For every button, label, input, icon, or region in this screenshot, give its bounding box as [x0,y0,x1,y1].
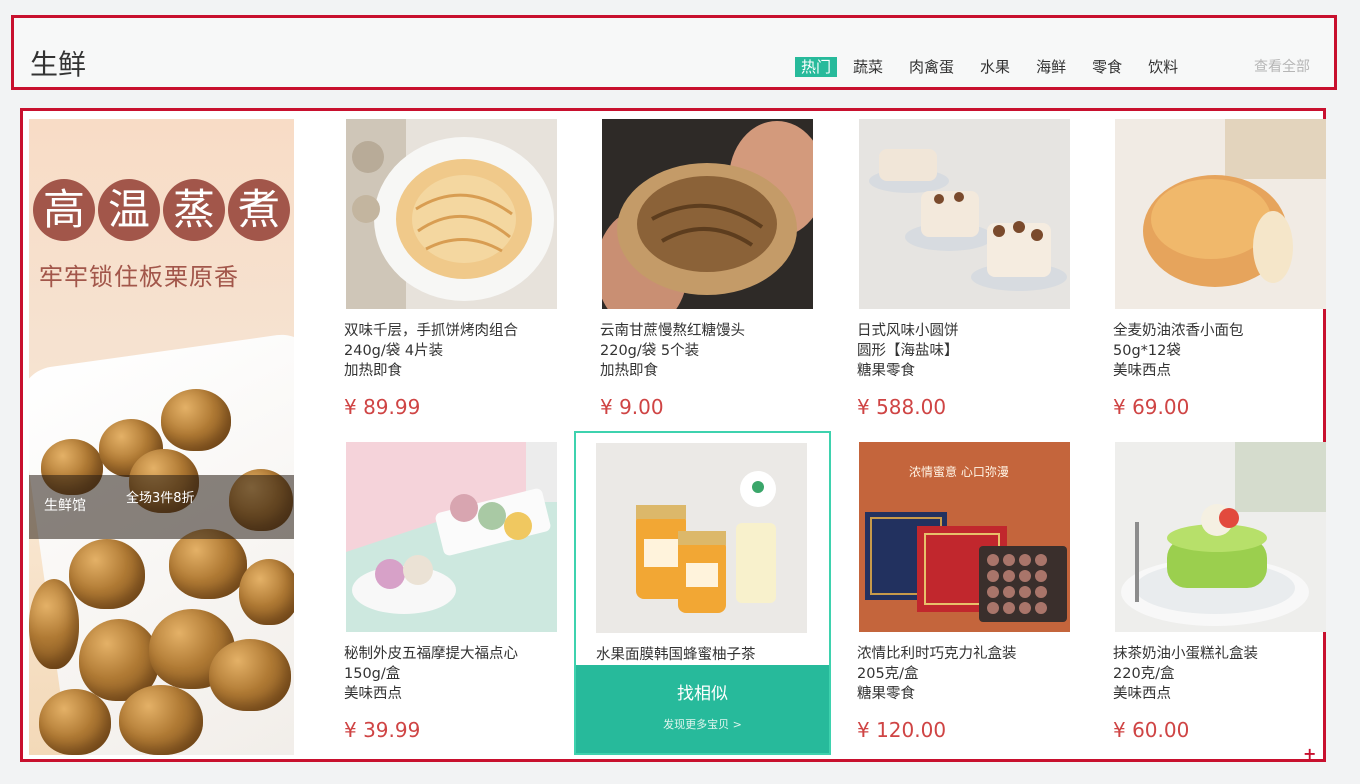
product-card[interactable]: 日式风味小圆饼 圆形【海盐味】 糖果零食 ¥ 588.00 [835,111,1092,431]
product-price: ¥ 120.00 [857,718,947,742]
view-all-link[interactable]: 查看全部 [1254,57,1310,77]
tab-meat-poultry-eggs[interactable]: 肉禽蛋 [905,57,958,77]
banner-overlay: 生鲜馆 全场3件8折 [29,475,294,539]
headline-char: 高 [33,179,95,241]
tab-fruit[interactable]: 水果 [976,57,1014,77]
plus-icon: + [1303,744,1317,763]
product-name[interactable]: 秘制外皮五福摩提大福点心 150g/盒 美味西点 [344,644,564,704]
chestnut-shape [39,689,111,755]
product-card-hovered[interactable]: 水果面膜韩国蜂蜜柚子茶 找相似 发现更多宝贝 > [574,431,831,755]
box-slogan: 浓情蜜意 心口弥漫 [909,464,1009,479]
category-tabs: 热门 蔬菜 肉禽蛋 水果 海鲜 零食 饮料 [795,57,1200,77]
banner-subtitle: 牢牢锁住板栗原香 [39,263,239,291]
discover-more-link[interactable]: 发现更多宝贝 > [576,717,829,733]
tab-hot[interactable]: 热门 [795,57,838,77]
product-card[interactable]: 云南甘蔗慢熬红糖馒头 220g/袋 5个装 加热即食 ¥ 9.00 [578,111,835,431]
chestnut-shape [239,559,294,625]
tab-seafood[interactable]: 海鲜 [1032,57,1070,77]
product-price: ¥ 89.99 [344,395,421,419]
chestnut-shape [169,529,247,599]
chestnut-shape [161,389,231,451]
find-similar-panel[interactable]: 找相似 发现更多宝贝 > [576,665,829,753]
chestnut-shape [69,539,145,609]
find-similar-button[interactable]: 找相似 [576,683,829,705]
product-name[interactable]: 抹茶奶油小蛋糕礼盒装 220克/盒 美味西点 [1113,644,1333,704]
product-name[interactable]: 浓情比利时巧克力礼盒装 205克/盒 糖果零食 [857,644,1077,704]
tab-drinks[interactable]: 饮料 [1144,57,1182,77]
product-card[interactable]: 浓情蜜意 心口弥漫 浓情比利时巧克力礼盒装 205克/盒 糖果零食 ¥ 120.… [835,434,1092,754]
headline-char: 煮 [228,179,290,241]
headline-char: 蒸 [163,179,225,241]
product-price: ¥ 588.00 [857,395,947,419]
product-price: ¥ 69.00 [1113,395,1190,419]
bread-image[interactable] [1115,119,1326,309]
honey-jar-image[interactable] [596,443,807,633]
matcha-cake-image[interactable] [1115,442,1326,632]
product-name[interactable]: 全麦奶油浓香小面包 50g*12袋 美味西点 [1113,321,1333,381]
product-card[interactable]: 秘制外皮五福摩提大福点心 150g/盒 美味西点 ¥ 39.99 [322,434,579,754]
store-name: 生鲜馆 [44,498,86,514]
steamed-bun-image[interactable] [602,119,813,309]
flatbread-image[interactable] [346,119,557,309]
product-price: ¥ 9.00 [600,395,664,419]
product-panel: 高 温 蒸 煮 牢牢锁住板栗原香 生鲜馆 全场3件8折 双味千层，手抓饼烤肉组合… [20,108,1326,762]
banner-headline: 高 温 蒸 煮 [33,179,293,241]
mochi-image[interactable] [346,442,557,632]
product-name[interactable]: 日式风味小圆饼 圆形【海盐味】 糖果零食 [857,321,1077,381]
tab-snacks[interactable]: 零食 [1088,57,1126,77]
headline-char: 温 [98,179,160,241]
promo-banner[interactable]: 高 温 蒸 煮 牢牢锁住板栗原香 生鲜馆 全场3件8折 [29,119,294,755]
product-name[interactable]: 云南甘蔗慢熬红糖馒头 220g/袋 5个装 加热即食 [600,321,820,381]
section-header: 生鲜 热门 蔬菜 肉禽蛋 水果 海鲜 零食 饮料 查看全部 [11,15,1337,90]
chestnut-shape [209,639,291,711]
product-card[interactable]: 双味千层，手抓饼烤肉组合 240g/袋 4片装 加热即食 ¥ 89.99 [322,111,579,431]
tab-vegetables[interactable]: 蔬菜 [849,57,887,77]
chestnut-shape [119,685,203,755]
mini-cake-image[interactable] [859,119,1070,309]
deal-text: 全场3件8折 [126,491,195,506]
product-card[interactable]: 抹茶奶油小蛋糕礼盒装 220克/盒 美味西点 ¥ 60.00 [1091,434,1348,754]
product-card[interactable]: 全麦奶油浓香小面包 50g*12袋 美味西点 ¥ 69.00 [1091,111,1348,431]
product-name[interactable]: 水果面膜韩国蜂蜜柚子茶 [596,645,816,665]
product-price: ¥ 60.00 [1113,718,1190,742]
chocolate-box-image[interactable]: 浓情蜜意 心口弥漫 [859,442,1070,632]
product-name[interactable]: 双味千层，手抓饼烤肉组合 240g/袋 4片装 加热即食 [344,321,564,381]
product-price: ¥ 39.99 [344,718,421,742]
section-title: 生鲜 [30,48,87,81]
chestnut-shape [29,579,79,669]
